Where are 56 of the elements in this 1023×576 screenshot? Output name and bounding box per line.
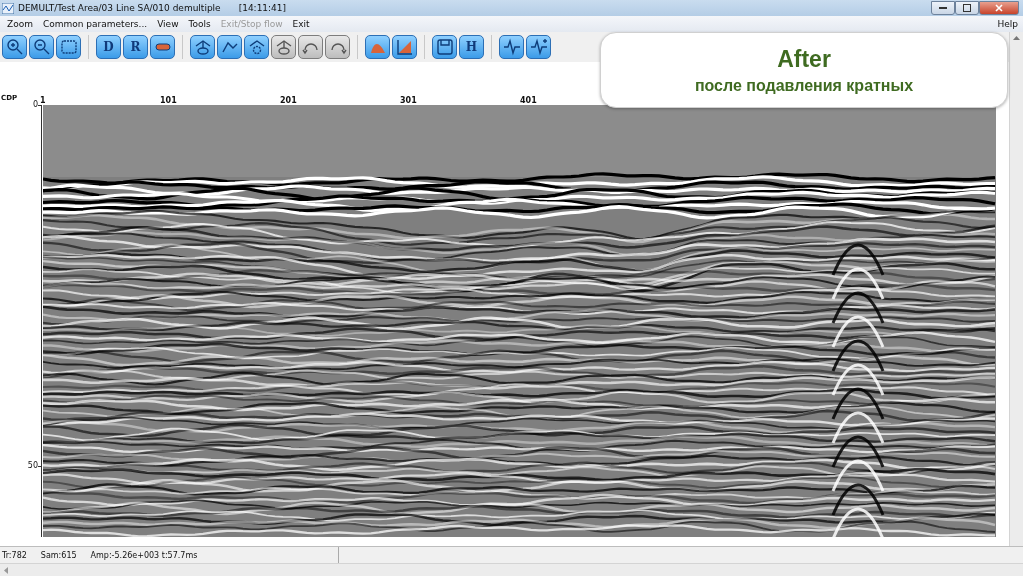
wave-icon xyxy=(529,38,548,56)
axis-label: 401 xyxy=(520,96,538,105)
menu-item[interactable]: Exit xyxy=(287,19,315,29)
window-time: [14:11:41] xyxy=(238,3,287,13)
toolbar-button[interactable] xyxy=(365,35,390,59)
menu-item[interactable]: Common parameters... xyxy=(37,19,153,29)
status-text: Tr:782 xyxy=(2,550,27,560)
window-title: DEMULT/Test Area/03 Line SA/010 demultiple xyxy=(18,3,221,13)
toolbar-button[interactable] xyxy=(56,35,81,59)
menu-item[interactable]: Zoom xyxy=(2,19,38,29)
axis-label: 201 xyxy=(280,96,298,105)
scroll-left-icon xyxy=(4,566,8,574)
toolbar-button[interactable] xyxy=(190,35,215,59)
wave-icon xyxy=(502,38,521,56)
toolbar-button[interactable] xyxy=(150,35,175,59)
status-text: Sam:615 xyxy=(40,550,77,560)
toolbar-button[interactable] xyxy=(392,35,417,59)
toolbar-button[interactable] xyxy=(244,35,269,59)
gear-icon xyxy=(247,38,266,56)
axis-label: 301 xyxy=(400,96,418,105)
zoom-in-icon xyxy=(5,38,24,56)
menu-item[interactable]: Tools xyxy=(183,19,216,29)
horizontal-scrollbar[interactable] xyxy=(0,563,1023,576)
status-text: Amp:-5.26e+003 t:57.7ms xyxy=(90,550,198,560)
close-button[interactable] xyxy=(979,1,1019,15)
toolbar-button[interactable] xyxy=(2,35,27,59)
toolbar-button[interactable] xyxy=(526,35,551,59)
close-icon xyxy=(995,4,1003,12)
axis-label: 50 xyxy=(27,461,38,470)
toolbar-button[interactable] xyxy=(217,35,242,59)
toolbar-button[interactable]: H xyxy=(459,35,484,59)
toolbar-button[interactable] xyxy=(499,35,524,59)
caption-subtitle: после подавления кратных xyxy=(694,76,914,95)
scroll-up-icon xyxy=(1013,36,1020,40)
app-icon xyxy=(2,2,14,14)
restore-icon xyxy=(963,4,971,12)
maximize-button[interactable] xyxy=(955,1,979,15)
database-icon xyxy=(193,38,212,56)
minimize-button[interactable] xyxy=(931,1,955,15)
toolbar-button[interactable] xyxy=(29,35,54,59)
toolbar-button[interactable]: R xyxy=(123,35,148,59)
axis-label: 1 xyxy=(40,96,47,105)
toolbar-button[interactable]: D xyxy=(96,35,121,59)
frame-icon xyxy=(59,38,78,56)
save-icon xyxy=(435,38,454,56)
minimize-icon xyxy=(939,6,947,10)
zoom-out-icon xyxy=(32,38,51,56)
ramp-icon xyxy=(395,38,414,56)
toolbar-button[interactable] xyxy=(432,35,457,59)
menu-item[interactable]: View xyxy=(152,19,184,29)
database-icon xyxy=(274,38,293,56)
axis-label: 101 xyxy=(160,96,178,105)
caption-title: After xyxy=(777,45,831,73)
axis-label: 0 xyxy=(32,100,38,109)
vertical-scrollbar[interactable] xyxy=(1009,32,1023,546)
menu-item[interactable]: Help xyxy=(992,19,1023,29)
